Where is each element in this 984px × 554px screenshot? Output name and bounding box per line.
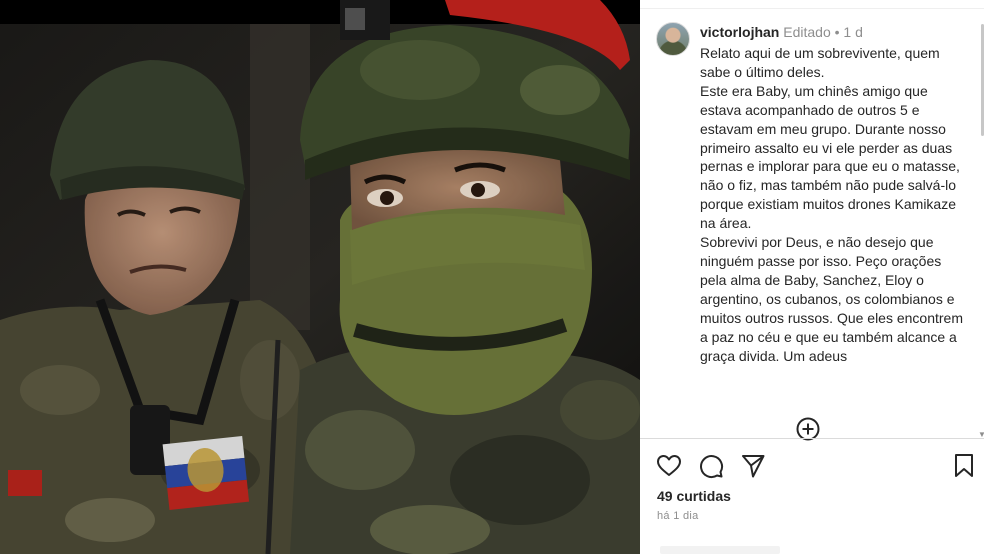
soldiers-selfie-image xyxy=(0,0,640,554)
share-button[interactable] xyxy=(739,452,767,480)
like-button[interactable] xyxy=(655,452,683,480)
post-timestamp[interactable]: há 1 dia xyxy=(657,510,699,522)
post-caption: Relato aqui de um sobrevivente, quem sab… xyxy=(700,45,964,364)
comment-button[interactable] xyxy=(697,452,725,480)
post-sidebar: victorlojhan Editado • 1 d Relato aqui d… xyxy=(640,0,984,554)
profile-avatar[interactable] xyxy=(656,22,690,56)
likes-count[interactable]: 49 curtidas xyxy=(657,488,731,504)
separator-dot: • xyxy=(834,24,840,40)
caption-header: victorlojhan Editado • 1 d xyxy=(700,23,863,41)
username-link[interactable]: victorlojhan xyxy=(700,24,779,40)
caption-section: victorlojhan Editado • 1 d Relato aqui d… xyxy=(640,10,984,438)
comment-input-hint xyxy=(660,546,780,554)
scroll-down-arrow-icon[interactable]: ▼ xyxy=(978,430,984,438)
edited-label: Editado xyxy=(783,24,831,40)
divider xyxy=(640,8,984,9)
post-age-short[interactable]: 1 d xyxy=(843,24,862,40)
save-button[interactable] xyxy=(950,452,978,480)
comment-bubble-icon xyxy=(700,455,724,479)
post-photo[interactable] xyxy=(0,0,640,554)
post-actions-bar xyxy=(640,450,984,484)
paper-plane-icon xyxy=(742,455,765,478)
heart-icon xyxy=(657,455,681,476)
divider xyxy=(640,438,984,439)
bookmark-icon xyxy=(955,454,973,477)
